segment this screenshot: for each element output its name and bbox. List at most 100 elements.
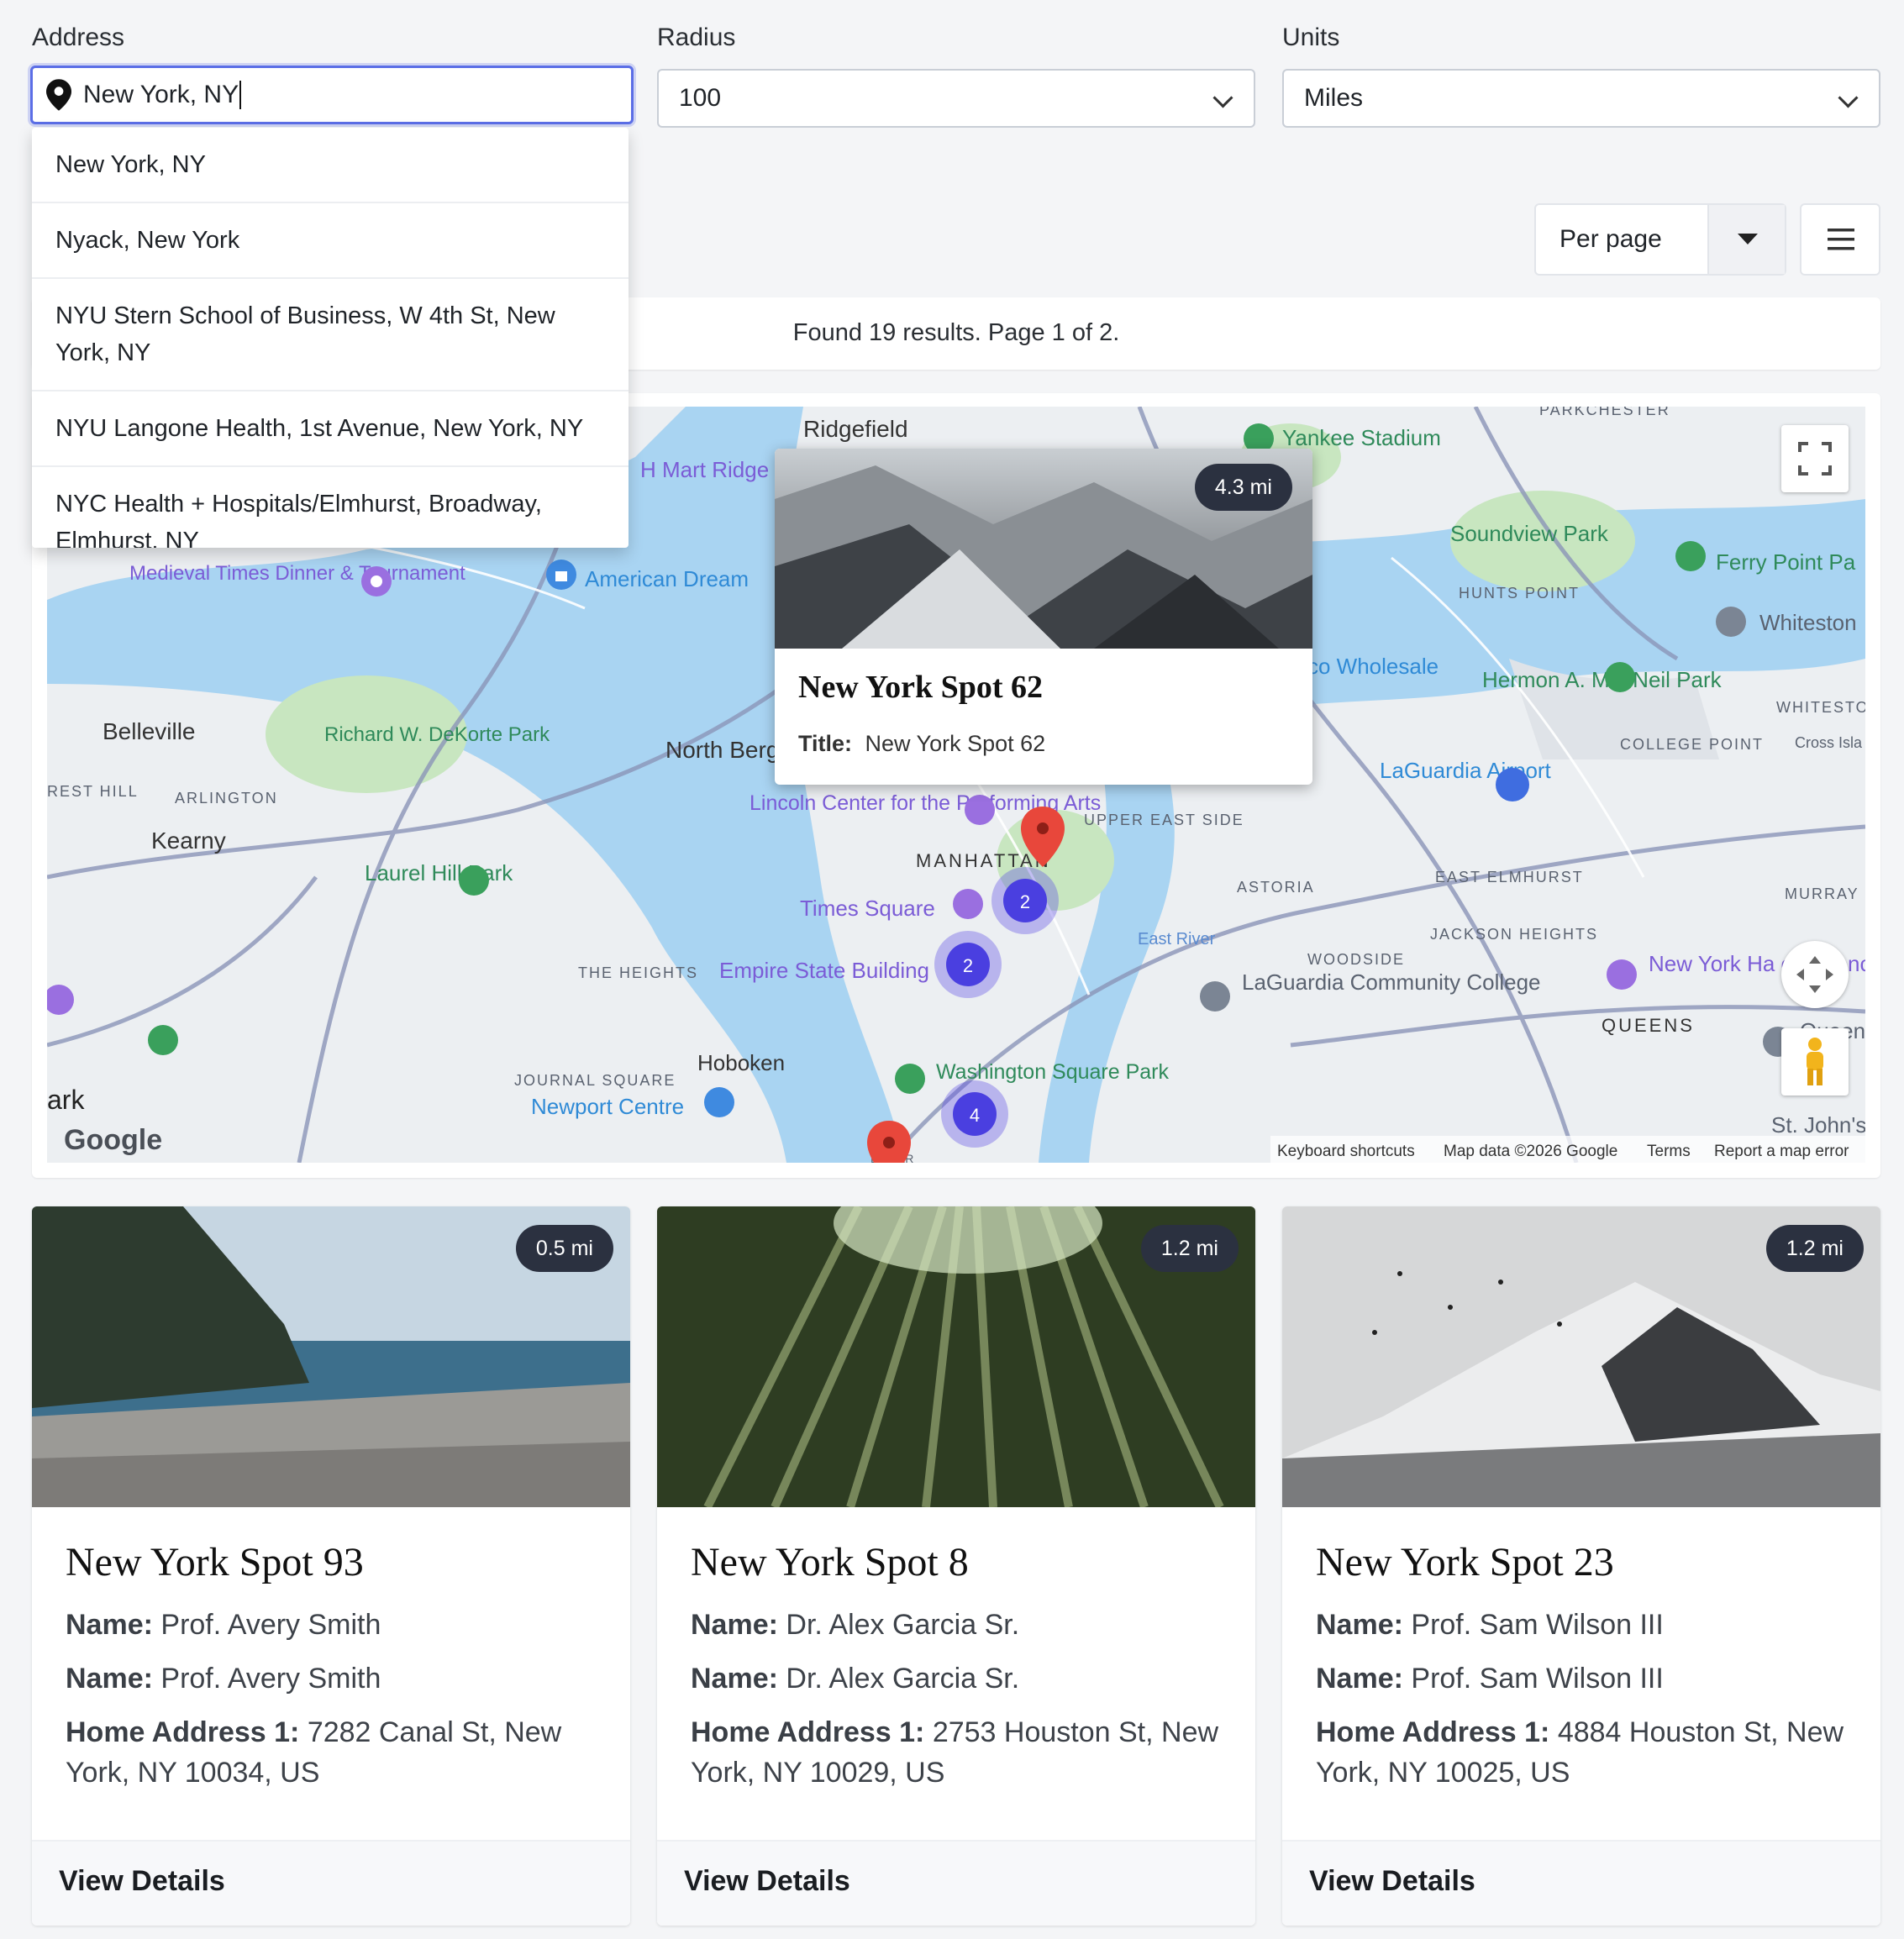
distance-badge: 4.3 mi [1194,464,1292,511]
map-label: COLLEGE POINT [1620,736,1764,753]
map-label: North Berg [665,737,779,763]
keyboard-shortcuts-link[interactable]: Keyboard shortcuts [1277,1143,1415,1160]
suggestion-item[interactable]: Nyack, New York [32,203,629,279]
poi-icon[interactable] [1605,662,1635,692]
map-label: MURRAY H [1785,885,1865,902]
card-title: New York Spot 23 [1316,1540,1614,1584]
move-arrows-icon [1796,956,1833,993]
poi-icon[interactable] [361,566,392,596]
caret-down-icon [1738,234,1758,244]
map-label: EAST ELMHURST [1435,869,1584,885]
map-label: REST HILL [47,783,139,800]
street-view-button[interactable] [1781,1028,1849,1096]
location-marker[interactable] [867,1121,911,1163]
cluster-count: 4 [970,1105,980,1126]
map-label: PARKCHESTER [1539,407,1670,418]
poi-icon[interactable] [895,1064,925,1094]
poi-icon[interactable] [1716,607,1746,637]
units-label: Units [1282,24,1340,51]
view-details-button[interactable]: View Details [59,1865,225,1898]
google-logo: Google [64,1124,162,1156]
map-label: H Mart Ridge [640,457,769,482]
poi-icon[interactable] [1675,541,1706,571]
poi-icon[interactable] [148,1025,178,1055]
marker-cluster[interactable]: 2 [991,867,1059,934]
map-label: co Wholesale [1307,654,1439,679]
card-title: New York Spot 93 [66,1540,364,1584]
poi-icon[interactable] [1200,981,1230,1012]
map-label: Belleville [103,718,196,744]
menu-icon [1828,229,1854,250]
map-label: JACKSON HEIGHTS [1430,926,1598,943]
map-label: Ferry Point Pa [1716,549,1856,575]
terms-link[interactable]: Terms [1647,1143,1691,1160]
map-label: Times Square [800,896,935,921]
suggestion-item[interactable]: New York, NY [32,128,629,203]
field-label: Name: [691,1663,778,1695]
per-page-select[interactable]: Per page [1534,203,1786,276]
result-card[interactable]: 1.2 mi New York Spot 8 Name: Dr. Alex Ga… [657,1206,1255,1926]
location-pin-icon [46,79,71,111]
map-label: LaGuardia Community College [1242,970,1541,995]
map-label: QUEENS [1602,1015,1695,1036]
poi-icon[interactable] [965,795,995,825]
map-label: UPPER EAST SIDE [1084,812,1244,828]
map-label: Cross Isla [1795,734,1863,751]
poi-icon[interactable] [546,560,576,590]
suggestion-item[interactable]: NYU Stern School of Business, W 4th St, … [32,279,629,391]
poi-icon[interactable] [953,889,983,919]
radius-select[interactable]: 100 [657,69,1255,128]
card-footer: View Details [32,1840,630,1926]
suggestion-item[interactable]: NYC Health + Hospitals/Elmhurst, Broadwa… [32,467,629,548]
map-label: ark [47,1085,85,1115]
view-details-button[interactable]: View Details [1309,1865,1475,1898]
fullscreen-icon [1798,442,1832,476]
poi-icon[interactable] [459,865,489,896]
fullscreen-button[interactable] [1781,425,1849,492]
airport-icon[interactable] [1496,768,1529,801]
units-select[interactable]: Miles [1282,69,1880,128]
per-page-label: Per page [1559,225,1662,253]
map-label: ARLINGTON [175,790,278,807]
field-label: Name: [66,1663,153,1695]
map-label: Hermon A. MacNeil Park [1482,667,1723,692]
map-label: East River [1138,930,1216,948]
map-label: Newport Centre [531,1094,684,1119]
poi-icon[interactable] [1607,959,1637,990]
map-label: Hoboken [697,1050,785,1075]
pegman-icon [1807,1038,1823,1085]
view-details-button[interactable]: View Details [684,1865,850,1898]
poi-icon[interactable] [47,985,74,1015]
map-label: Ridgefield [803,416,908,442]
map-label: Yankee Stadium [1282,425,1441,450]
map-label: Soundview Park [1450,521,1609,546]
map-label: Laurel Hill Park [365,860,513,885]
result-card[interactable]: 0.5 mi New York Spot 93 Name: Prof. Aver… [32,1206,630,1926]
camera-control-button[interactable] [1781,941,1849,1008]
report-error-link[interactable]: Report a map error [1714,1143,1849,1160]
map-label: Washington Square Park [936,1060,1170,1084]
result-card[interactable]: 1.2 mi New York Spot 23 Name: Prof. Sam … [1282,1206,1880,1926]
address-label: Address [32,24,125,51]
address-input[interactable]: New York, NY [30,66,634,124]
card-title: New York Spot 8 [691,1540,969,1584]
address-suggestions: New York, NY Nyack, New York NYU Stern S… [32,128,629,548]
map-label: Kearny [151,828,226,854]
map-data-text: Map data ©2026 Google [1444,1143,1617,1160]
field-value: Dr. Alex Garcia Sr. [786,1663,1020,1695]
field-label: Name: [1316,1609,1403,1641]
field-label: Name: [66,1609,153,1641]
marker-cluster[interactable]: 2 [934,931,1002,998]
suggestion-item[interactable]: NYU Langone Health, 1st Avenue, New York… [32,391,629,467]
field-value: Dr. Alex Garcia Sr. [786,1609,1020,1641]
field-value: Prof. Avery Smith [160,1609,381,1641]
poi-icon[interactable] [704,1087,734,1117]
units-value: Miles [1304,84,1364,112]
list-view-button[interactable] [1800,203,1880,276]
per-page-toggle[interactable] [1707,205,1785,274]
map-label: THE HEIGHTS [578,964,698,981]
card-footer: View Details [1282,1840,1880,1926]
field-value: Prof. Sam Wilson III [1411,1663,1664,1695]
field-label: Home Address 1: [66,1716,300,1748]
marker-cluster[interactable]: 4 [941,1080,1008,1148]
